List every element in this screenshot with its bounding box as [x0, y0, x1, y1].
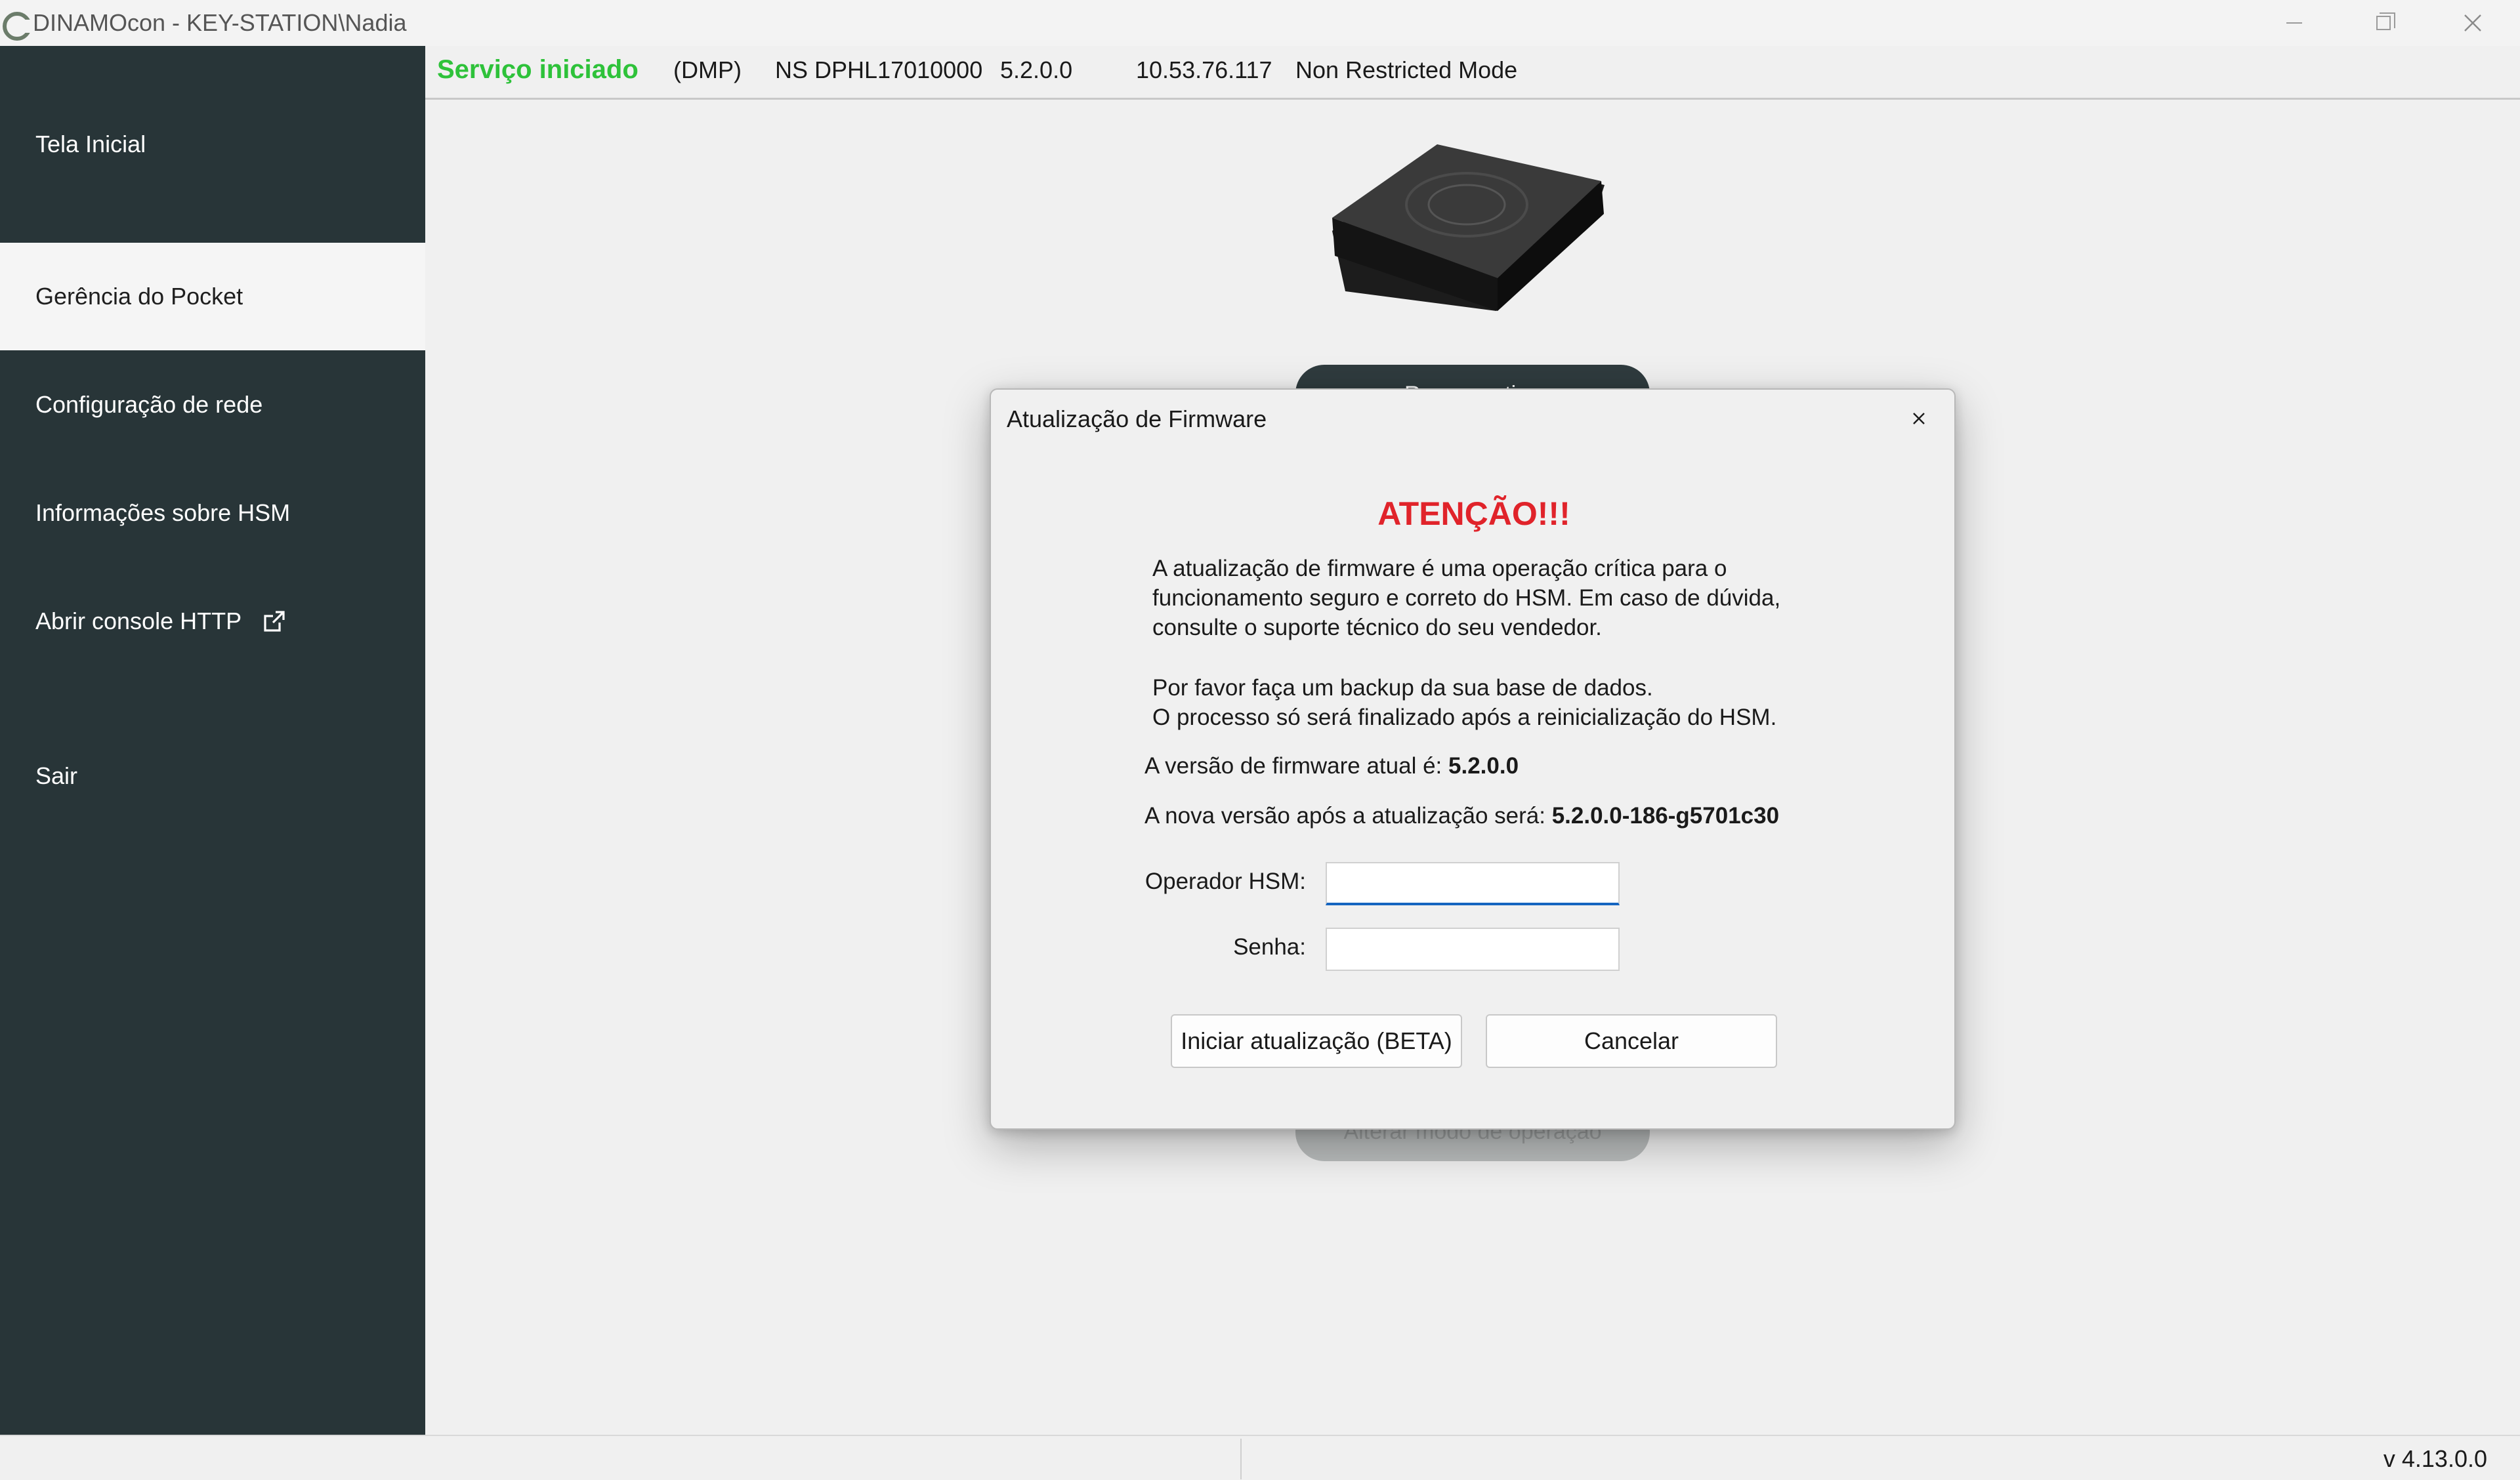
device-type: (DMP)	[673, 56, 742, 83]
current-version-label: A versão de firmware atual é:	[1144, 753, 1442, 779]
dialog-title: Atualização de Firmware	[1007, 405, 1267, 432]
external-link-icon	[264, 610, 285, 632]
backup-text: Por favor faça um backup da sua base de …	[1152, 673, 1835, 732]
sidebar-item-label: Configuração de rede	[35, 390, 263, 418]
current-version-value: 5.2.0.0	[1448, 753, 1519, 779]
minimize-button[interactable]	[2250, 0, 2339, 46]
warning-text: A atualização de firmware é uma operação…	[1152, 556, 1781, 640]
password-field[interactable]	[1326, 928, 1620, 971]
bottom-status-bar: v 4.13.0.0	[0, 1435, 2520, 1480]
sidebar-item-label: Tela Inicial	[35, 131, 146, 157]
app-version: v 4.13.0.0	[2383, 1445, 2487, 1472]
firmware-version: 5.2.0.0	[1000, 56, 1073, 83]
warning-heading: ATENÇÃO!!!	[1377, 495, 1570, 532]
device-ip: 10.53.76.117	[1136, 56, 1272, 83]
hsm-device-image	[1332, 144, 1605, 311]
status-divider	[1240, 1439, 1242, 1479]
sidebar-item-label: Sair	[35, 762, 78, 789]
sidebar-item-gerencia-pocket[interactable]: Gerência do Pocket	[0, 243, 425, 350]
close-window-button[interactable]	[2428, 0, 2517, 46]
reboot-line: O processo só será finalizado após a rei…	[1152, 705, 1777, 730]
backup-line: Por favor faça um backup da sua base de …	[1152, 675, 1653, 701]
hsm-status-bar: Serviço iniciado (DMP) NS DPHL17010000 5…	[425, 46, 2520, 100]
title-bar: DINAMOcon - KEY-STATION\Nadia	[0, 0, 2520, 46]
minimize-icon	[2286, 22, 2302, 24]
close-icon[interactable]	[1908, 408, 1929, 429]
sidebar-item-label: Gerência do Pocket	[35, 283, 243, 310]
sidebar: Tela Inicial Gerência do Pocket Configur…	[0, 46, 425, 1435]
new-version-line: A nova versão após a atualização será: 5…	[1144, 803, 1779, 829]
sidebar-item-sair[interactable]: Sair	[0, 722, 425, 830]
firmware-update-dialog: Atualização de Firmware ATENÇÃO!!! A atu…	[990, 388, 1956, 1130]
device-serial: NS DPHL17010000	[775, 56, 983, 83]
sidebar-item-configuracao-rede[interactable]: Configuração de rede	[0, 350, 425, 459]
sidebar-item-abrir-console-http[interactable]: Abrir console HTTP	[0, 567, 425, 675]
operator-field[interactable]	[1326, 862, 1620, 905]
operation-mode: Non Restricted Mode	[1295, 56, 1518, 83]
sidebar-item-informacoes-hsm[interactable]: Informações sobre HSM	[0, 459, 425, 567]
sidebar-item-label: Abrir console HTTP	[35, 607, 242, 634]
start-update-button[interactable]: Iniciar atualização (BETA)	[1171, 1014, 1462, 1068]
close-icon	[2464, 14, 2481, 31]
password-label: Senha:	[1233, 934, 1306, 960]
new-version-label: A nova versão após a atualização será:	[1144, 803, 1545, 829]
operator-label: Operador HSM:	[1144, 869, 1306, 894]
window-title: DINAMOcon - KEY-STATION\Nadia	[33, 9, 407, 36]
current-version-line: A versão de firmware atual é: 5.2.0.0	[1144, 753, 1519, 779]
restore-icon	[2376, 12, 2395, 30]
maximize-button[interactable]	[2339, 0, 2428, 46]
service-status: Serviço iniciado	[437, 55, 639, 84]
sidebar-item-label: Informações sobre HSM	[35, 499, 291, 526]
sidebar-item-tela-inicial[interactable]: Tela Inicial	[0, 46, 425, 243]
cancel-button[interactable]: Cancelar	[1486, 1014, 1777, 1068]
new-version-value: 5.2.0.0-186-g5701c30	[1551, 803, 1780, 829]
app-logo-icon	[3, 12, 32, 41]
